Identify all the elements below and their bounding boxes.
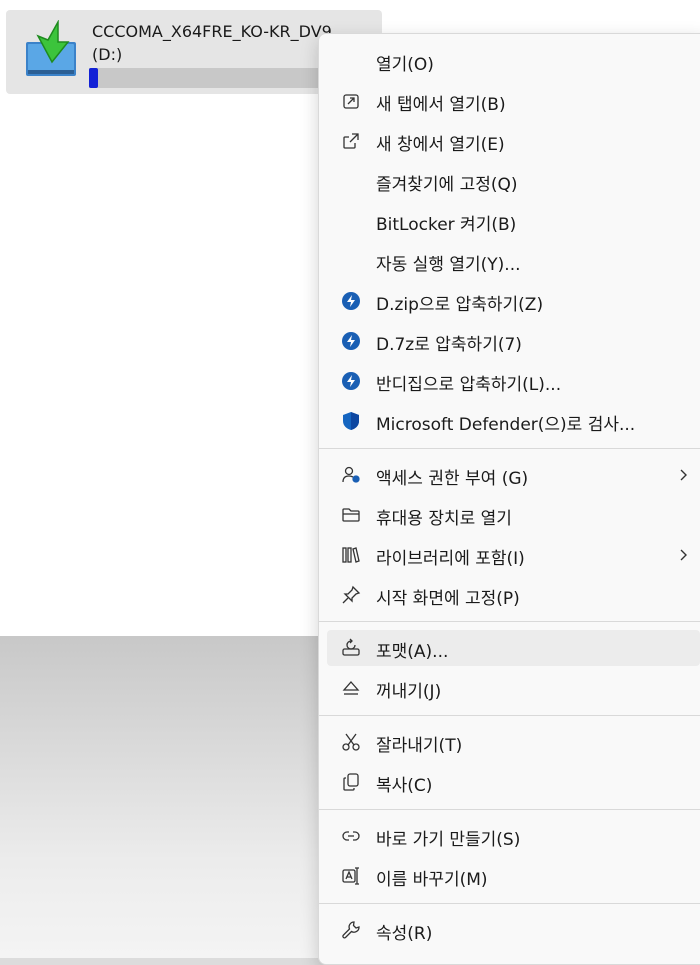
pin-icon xyxy=(341,585,361,605)
menu-item-properties[interactable]: 속성(R) xyxy=(327,912,700,948)
menu-item-pin-quick-access-label: 즐겨찾기에 고정(Q) xyxy=(376,175,518,195)
menu-item-include-library[interactable]: 라이브러리에 포함(I) xyxy=(327,537,700,573)
menu-item-copy[interactable]: 복사(C) xyxy=(327,764,700,800)
wrench-icon xyxy=(341,920,361,940)
menu-item-pin-start-label: 시작 화면에 고정(P) xyxy=(376,589,520,609)
open-new-window-icon xyxy=(341,131,361,151)
menu-item-7z[interactable]: D.7z로 압축하기(7) xyxy=(327,323,700,359)
rename-icon xyxy=(341,866,361,886)
drive-install-icon xyxy=(24,19,80,80)
menu-item-open-portable-label: 휴대용 장치로 열기 xyxy=(376,509,512,529)
menu-item-zip-label: D.zip으로 압축하기(Z) xyxy=(376,295,544,315)
menu-separator xyxy=(319,809,700,810)
menu-item-rename[interactable]: 이름 바꾸기(M) xyxy=(327,858,700,894)
menu-item-autoplay-label: 자동 실행 열기(Y)... xyxy=(376,255,521,275)
drive-usage-fill xyxy=(89,68,98,88)
bandizip-icon xyxy=(341,371,361,391)
menu-item-defender[interactable]: Microsoft Defender(으)로 검사... xyxy=(327,403,700,439)
menu-item-properties-label: 속성(R) xyxy=(376,924,433,944)
menu-item-format[interactable]: 포맷(A)... xyxy=(327,630,700,666)
menu-separator xyxy=(319,621,700,622)
menu-item-open-new-tab-label: 새 탭에서 열기(B) xyxy=(376,95,506,115)
menu-item-open-label: 열기(O) xyxy=(376,55,434,75)
defender-shield-icon xyxy=(341,411,361,431)
menu-item-defender-label: Microsoft Defender(으)로 검사... xyxy=(376,415,636,435)
menu-item-format-label: 포맷(A)... xyxy=(376,642,449,662)
menu-item-bitlocker-label: BitLocker 켜기(B) xyxy=(376,215,517,235)
menu-separator xyxy=(319,448,700,449)
menu-item-give-access-label: 액세스 권한 부여 (G) xyxy=(376,469,529,489)
open-new-tab-icon xyxy=(341,91,361,111)
menu-item-open-portable[interactable]: 휴대용 장치로 열기 xyxy=(327,497,700,533)
copy-icon xyxy=(341,772,361,792)
menu-item-cut-label: 잘라내기(T) xyxy=(376,736,463,756)
bandizip-icon xyxy=(341,331,361,351)
menu-item-autoplay[interactable]: 자동 실행 열기(Y)... xyxy=(327,243,700,279)
format-drive-icon xyxy=(341,638,361,658)
menu-item-bandizip-label: 반디집으로 압축하기(L)... xyxy=(376,375,562,395)
folder-icon xyxy=(341,505,361,525)
scissors-icon xyxy=(341,732,361,752)
menu-item-bitlocker[interactable]: BitLocker 켜기(B) xyxy=(327,203,700,239)
menu-item-bandizip[interactable]: 반디집으로 압축하기(L)... xyxy=(327,363,700,399)
menu-item-open[interactable]: 열기(O) xyxy=(327,43,700,79)
menu-item-include-library-label: 라이브러리에 포함(I) xyxy=(376,549,525,569)
menu-item-cut[interactable]: 잘라내기(T) xyxy=(327,724,700,760)
menu-item-open-new-tab[interactable]: 새 탭에서 열기(B) xyxy=(327,83,700,119)
menu-separator xyxy=(319,903,700,904)
menu-item-create-shortcut-label: 바로 가기 만들기(S) xyxy=(376,830,521,850)
bandizip-icon xyxy=(341,291,361,311)
link-icon xyxy=(341,826,361,846)
menu-item-copy-label: 복사(C) xyxy=(376,776,433,796)
drive-name: CCCOMA_X64FRE_KO-KR_DV9 xyxy=(92,22,332,41)
menu-item-open-new-window-label: 새 창에서 열기(E) xyxy=(376,135,505,155)
menu-item-give-access[interactable]: 액세스 권한 부여 (G) xyxy=(327,457,700,493)
menu-item-rename-label: 이름 바꾸기(M) xyxy=(376,870,488,890)
menu-item-pin-start[interactable]: 시작 화면에 고정(P) xyxy=(327,577,700,613)
share-access-icon xyxy=(341,465,361,485)
chevron-right-icon xyxy=(673,545,693,565)
eject-icon xyxy=(341,678,361,698)
context-menu: 열기(O) 새 탭에서 열기(B) 새 창에서 열기(E) 즐겨찾기에 고정(Q… xyxy=(318,33,700,965)
menu-item-zip[interactable]: D.zip으로 압축하기(Z) xyxy=(327,283,700,319)
menu-item-7z-label: D.7z로 압축하기(7) xyxy=(376,335,522,355)
menu-item-create-shortcut[interactable]: 바로 가기 만들기(S) xyxy=(327,818,700,854)
menu-item-open-new-window[interactable]: 새 창에서 열기(E) xyxy=(327,123,700,159)
menu-item-pin-quick-access[interactable]: 즐겨찾기에 고정(Q) xyxy=(327,163,700,199)
drive-letter: (D:) xyxy=(92,45,123,64)
menu-item-eject-label: 꺼내기(J) xyxy=(376,682,442,702)
chevron-right-icon xyxy=(673,465,693,485)
menu-item-eject[interactable]: 꺼내기(J) xyxy=(327,670,700,706)
menu-separator xyxy=(319,715,700,716)
library-icon xyxy=(341,545,361,565)
